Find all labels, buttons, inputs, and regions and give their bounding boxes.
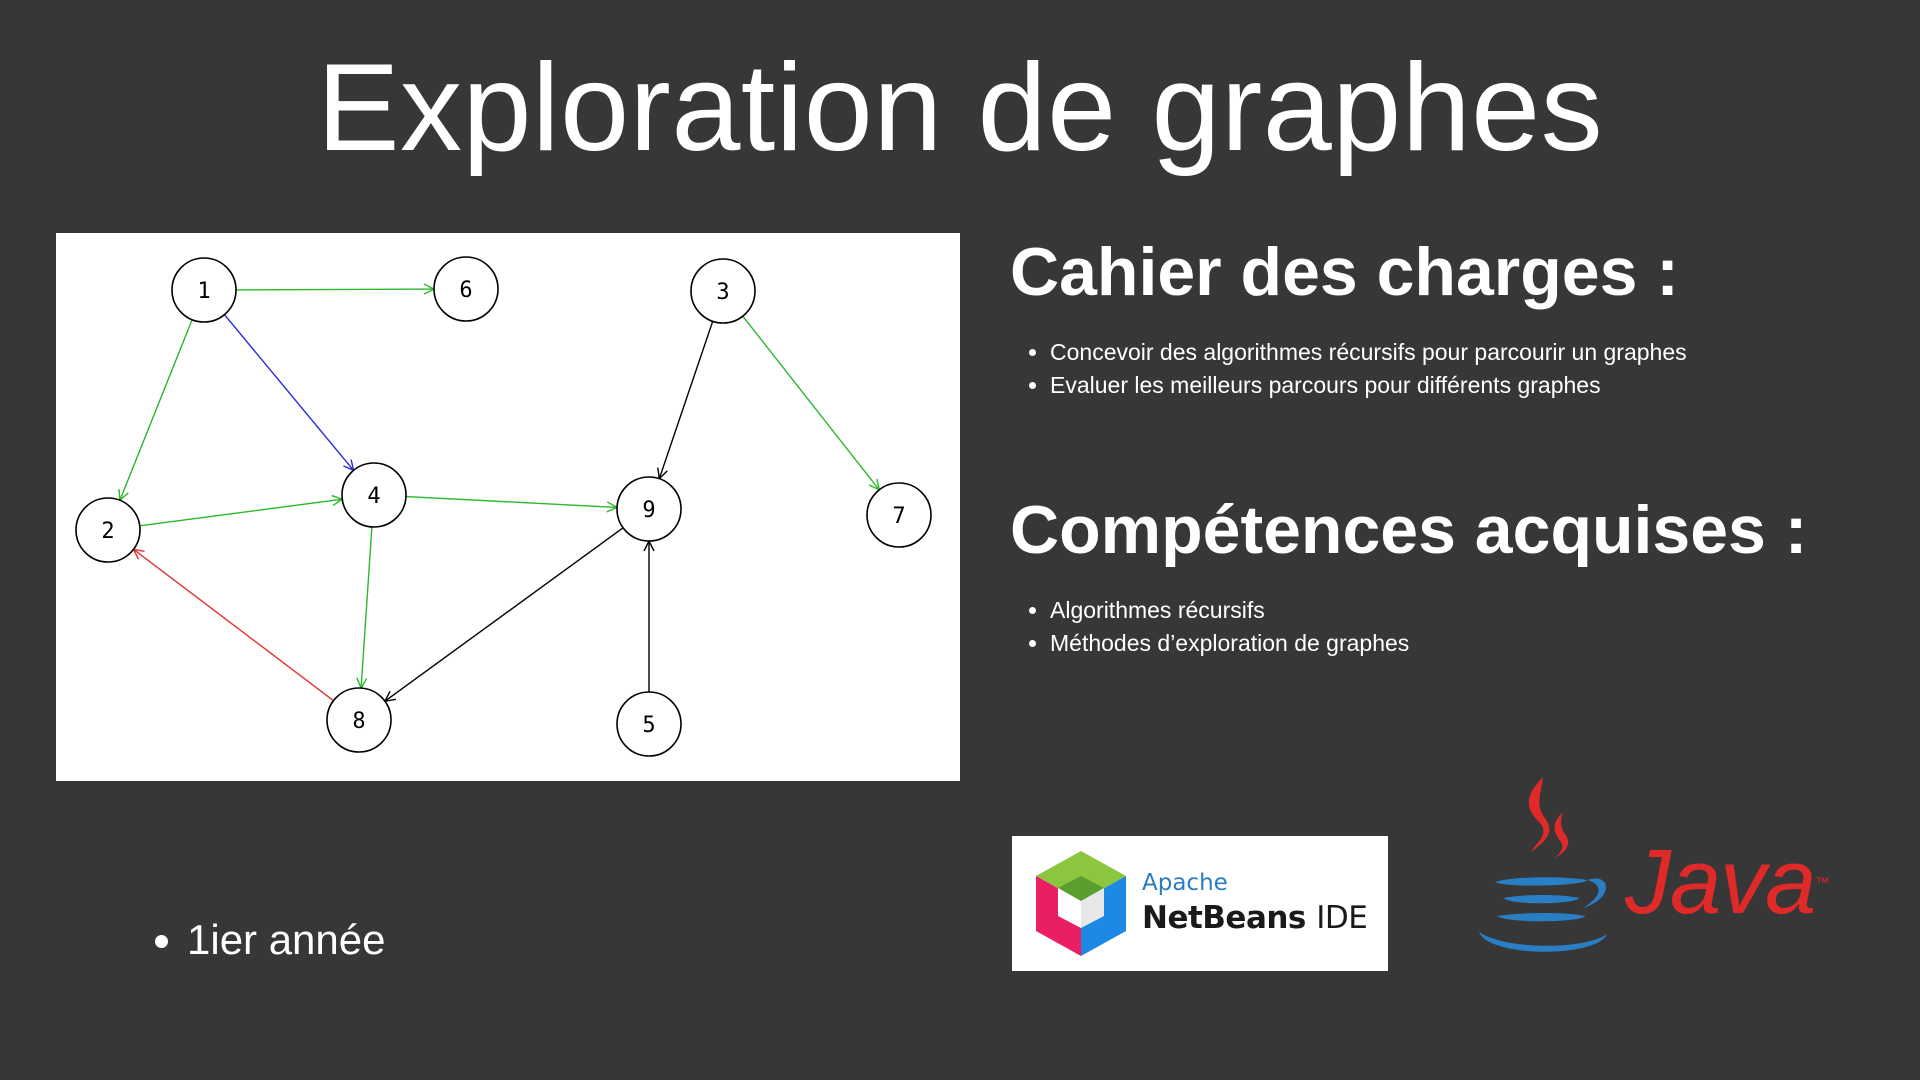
- competences-bullet-list: Algorithmes récursifs Méthodes d’explora…: [1020, 594, 1409, 660]
- cahier-bullet: Evaluer les meilleurs parcours pour diff…: [1050, 369, 1687, 402]
- graph-node-4: 4: [341, 462, 407, 528]
- graph-node-label: 1: [197, 279, 210, 304]
- section-title-cahier: Cahier des charges :: [1010, 234, 1679, 310]
- graph-edge-1-4: [223, 314, 353, 471]
- graph-edge-1-6: [235, 289, 434, 290]
- section-title-competences: Compétences acquises :: [1010, 492, 1808, 568]
- netbeans-name-text: NetBeans IDE: [1142, 900, 1368, 936]
- slide: Exploration de graphes 1 2 3 4 5 6 7 8 9 Cahier …: [0, 0, 1920, 1080]
- slide-title: Exploration de graphes: [316, 39, 1604, 177]
- java-logo: Java™: [1465, 772, 1829, 972]
- graph-edge-4-9: [405, 495, 617, 508]
- graph-edge-8-2: [134, 549, 334, 702]
- graph-node-label: 5: [642, 713, 655, 738]
- graph-svg: 1 2 3 4 5 6 7 8 9: [75, 256, 932, 757]
- cahier-bullet: Concevoir des algorithmes récursifs pour…: [1050, 336, 1687, 369]
- graph-node-label: 2: [101, 519, 114, 544]
- graph-edge-9-8: [385, 527, 624, 701]
- graph-node-9: 9: [616, 476, 682, 542]
- java-cup-icon: [1479, 777, 1607, 952]
- year-list: 1ier année: [145, 910, 386, 970]
- graph-edge-3-7: [742, 315, 879, 490]
- netbeans-cube-icon: [1036, 851, 1126, 956]
- graph-edge-1-2: [120, 319, 193, 501]
- java-word: Java: [1625, 831, 1816, 933]
- netbeans-ide: IDE: [1316, 900, 1368, 936]
- graph-node-label: 9: [642, 498, 655, 523]
- graph-node-label: 8: [352, 709, 365, 734]
- graph-node-2: 2: [75, 497, 141, 563]
- graph-node-6: 6: [433, 256, 499, 322]
- graph-node-3: 3: [690, 258, 756, 324]
- graph-node-label: 4: [367, 484, 380, 509]
- cahier-bullet-list: Concevoir des algorithmes récursifs pour…: [1020, 336, 1687, 402]
- java-tm: ™: [1815, 874, 1829, 890]
- graph-node-5: 5: [616, 691, 682, 757]
- competences-bullet: Méthodes d’exploration de graphes: [1050, 627, 1409, 660]
- graph-node-label: 7: [892, 504, 905, 529]
- graph-edge-3-9: [659, 321, 714, 478]
- graph-node-1: 1: [171, 257, 237, 323]
- graph-node-label: 3: [716, 280, 729, 305]
- netbeans-logo: Apache NetBeans IDE: [1012, 836, 1388, 971]
- graph-edge-2-4: [139, 499, 343, 527]
- netbeans-name: NetBeans: [1142, 900, 1306, 936]
- competences-bullet: Algorithmes récursifs: [1050, 594, 1409, 627]
- graph-node-label: 6: [459, 278, 472, 303]
- year-bullet: 1ier année: [187, 910, 386, 970]
- java-text: Java™: [1625, 831, 1829, 933]
- graph-node-8: 8: [326, 687, 392, 753]
- graph-edge-4-8: [361, 526, 373, 688]
- graph-node-7: 7: [866, 482, 932, 548]
- netbeans-apache-text: Apache: [1142, 870, 1228, 896]
- graph-diagram: 1 2 3 4 5 6 7 8 9: [56, 233, 960, 781]
